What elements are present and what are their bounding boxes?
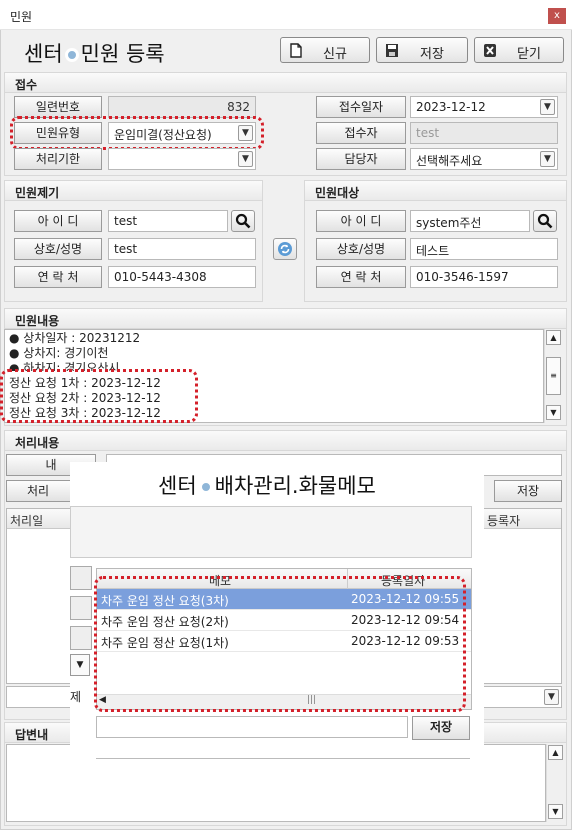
receipt-date-select[interactable]: 2023-12-12 ▼ xyxy=(410,96,558,118)
swap-button[interactable] xyxy=(273,238,297,260)
overlay-backdrop-panel xyxy=(70,506,472,558)
save-button[interactable]: 저장 xyxy=(376,37,468,63)
complainant-contact-input[interactable]: 010-5443-4308 xyxy=(108,266,256,288)
deadline-label: 처리기한 xyxy=(14,148,102,170)
scroll-up-icon[interactable]: ▲ xyxy=(546,330,561,345)
target-group-title: 민원대상 xyxy=(305,181,566,201)
page-title-left: 센터 xyxy=(24,42,63,66)
chevron-down-icon[interactable]: ▼ xyxy=(540,99,555,115)
scroll-down-icon[interactable]: ▼ xyxy=(546,405,561,420)
process-group-title: 처리내용 xyxy=(5,431,566,451)
target-name-input[interactable]: 테스트 xyxy=(410,238,558,260)
complainant-search-button[interactable] xyxy=(231,210,255,232)
complainant-id-label: 아 이 디 xyxy=(14,210,102,232)
serial-field: 832 xyxy=(108,96,256,118)
answer-scrollbar[interactable]: ▲ ▼ xyxy=(546,744,563,822)
bubble-icon xyxy=(64,48,79,62)
grid-header-first: 처리일 xyxy=(10,514,44,528)
close-button[interactable]: 닫기 xyxy=(474,37,564,63)
title-bar: 민원 x xyxy=(0,0,572,30)
window-close-button[interactable]: x xyxy=(548,8,566,24)
highlight-settlement-lines xyxy=(0,369,198,423)
scroll-up-icon[interactable]: ▲ xyxy=(548,745,563,760)
target-contact-label: 연 락 처 xyxy=(316,266,406,288)
target-id-input[interactable]: system주선 xyxy=(410,210,530,232)
chevron-down-icon[interactable]: ▼ xyxy=(540,151,555,167)
overlay-title-right: 배차관리.화물메모 xyxy=(214,474,376,498)
target-search-button[interactable] xyxy=(533,210,557,232)
highlight-memo-rows xyxy=(94,576,466,712)
overlay-title: 센터 배차관리.화물메모 xyxy=(158,470,376,500)
receipt-group-title: 접수 xyxy=(5,73,566,93)
window-title: 민원 xyxy=(10,10,33,24)
memo-save-button[interactable]: 저장 xyxy=(412,716,470,740)
target-id-label: 아 이 디 xyxy=(316,210,406,232)
manager-label: 담당자 xyxy=(316,148,406,170)
process-save-button[interactable]: 저장 xyxy=(494,480,562,502)
page-title-right: 민원 등록 xyxy=(80,42,165,66)
content-line: ● 상차지: 경기이천 xyxy=(9,346,109,360)
overlay-bottom-edge xyxy=(96,758,470,762)
refresh-icon xyxy=(278,242,292,256)
page-title: 센터 민원 등록 xyxy=(24,38,165,68)
chevron-down-icon[interactable]: ▼ xyxy=(544,689,559,705)
search-icon xyxy=(235,213,251,229)
receiver-field: test xyxy=(410,122,558,144)
complainant-group-title: 민원제기 xyxy=(5,181,262,201)
overlay-backdrop-button xyxy=(70,626,92,650)
target-contact-input[interactable]: 010-3546-1597 xyxy=(410,266,558,288)
new-button[interactable]: 신규 xyxy=(280,37,370,63)
highlight-complaint-type xyxy=(10,116,264,150)
memo-input[interactable] xyxy=(96,716,408,738)
bubble-icon xyxy=(198,480,213,494)
search-icon xyxy=(537,213,553,229)
delete-label-fragment: 제 xyxy=(70,690,82,704)
content-line: ● 상차일자 : 20231212 xyxy=(9,331,141,345)
complainant-contact-label: 연 락 처 xyxy=(14,266,102,288)
chevron-down-icon[interactable]: ▼ xyxy=(238,151,253,167)
scroll-down-icon[interactable]: ▼ xyxy=(548,804,563,819)
content-scrollbar[interactable]: ▲ ≡ ▼ xyxy=(544,329,561,423)
receipt-date-label: 접수일자 xyxy=(316,96,406,118)
overlay-backdrop-button xyxy=(70,596,92,620)
manager-select[interactable]: 선택해주세요 ▼ xyxy=(410,148,558,170)
complainant-name-input[interactable]: test xyxy=(108,238,256,260)
target-name-label: 상호/성명 xyxy=(316,238,406,260)
deadline-select[interactable]: ▼ xyxy=(108,148,256,170)
cargo-memo-overlay: 센터 배차관리.화물메모 ▼ 제 메모 등록일자 차주 운임 정산 요청(3차) … xyxy=(70,462,484,762)
scroll-thumb[interactable]: ≡ xyxy=(546,357,561,395)
receiver-label: 접수자 xyxy=(316,122,406,144)
overlay-title-left: 센터 xyxy=(158,474,197,498)
complainant-name-label: 상호/성명 xyxy=(14,238,102,260)
process-grid-right: 등록자 xyxy=(472,508,562,684)
serial-label: 일련번호 xyxy=(14,96,102,118)
overlay-backdrop-button xyxy=(70,566,92,590)
chevron-down-icon[interactable]: ▼ xyxy=(70,654,90,676)
content-group-title: 민원내용 xyxy=(5,309,566,329)
complainant-id-input[interactable]: test xyxy=(108,210,228,232)
grid-header-registrant: 등록자 xyxy=(487,514,521,528)
